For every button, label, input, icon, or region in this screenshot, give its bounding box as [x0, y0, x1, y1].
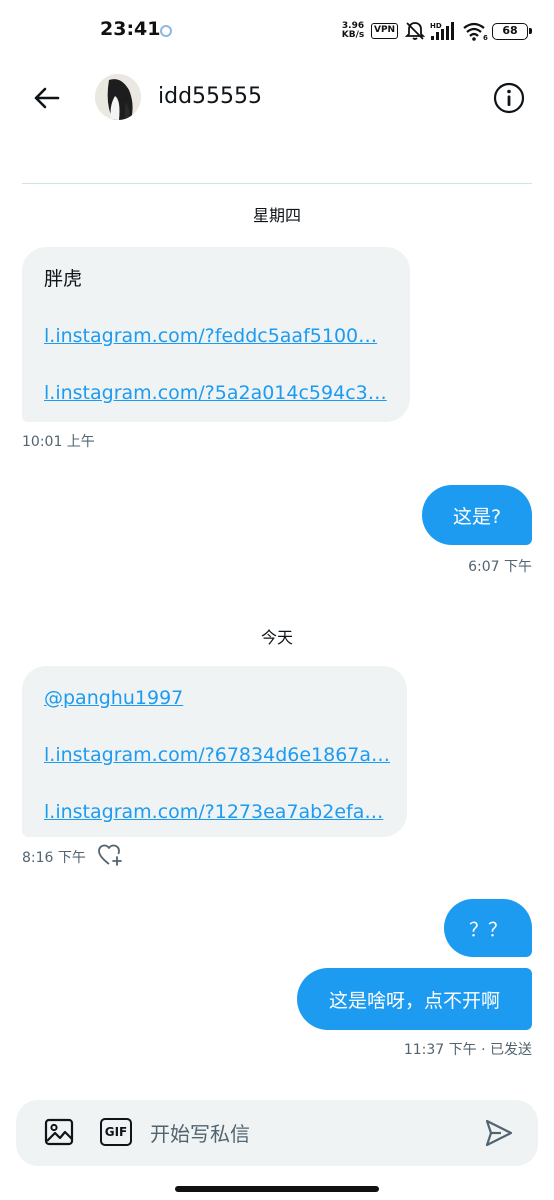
info-icon	[493, 82, 525, 114]
message-link[interactable]: l.instagram.com/?1273ea7ab2efa…	[44, 800, 385, 825]
home-indicator	[175, 1186, 379, 1192]
svg-text:6: 6	[483, 34, 488, 41]
conversation-header: idd55555	[0, 60, 554, 140]
status-bar: 23:41 3.96 KB/s VPN HD 6 68	[0, 0, 554, 60]
message-timestamp: 8:16 下午	[22, 850, 86, 866]
vpn-icon: VPN	[371, 23, 399, 39]
gif-button[interactable]: GIF	[100, 1118, 132, 1146]
message-timestamp: 6:07 下午	[468, 559, 532, 575]
message-link[interactable]: l.instagram.com/?67834d6e1867a…	[44, 743, 390, 768]
arrow-left-icon	[34, 87, 60, 109]
incoming-message[interactable]: @panghu1997 l.instagram.com/?67834d6e186…	[22, 666, 407, 837]
network-speed: 3.96 KB/s	[341, 21, 365, 40]
react-button[interactable]	[97, 843, 123, 867]
mention-link[interactable]: @panghu1997	[44, 686, 385, 711]
message-link[interactable]: l.instagram.com/?feddc5aaf5100…	[44, 324, 388, 349]
info-button[interactable]	[492, 81, 526, 115]
header-divider	[22, 183, 532, 184]
battery-icon: 68	[492, 23, 532, 40]
signal-icon: HD	[430, 22, 454, 40]
avatar-image	[95, 74, 141, 120]
message-input[interactable]: 开始写私信	[150, 1118, 250, 1147]
status-time: 23:41	[100, 18, 161, 40]
notification-dot-icon	[160, 25, 172, 37]
date-separator: 星期四	[252, 206, 301, 225]
avatar[interactable]	[95, 74, 141, 120]
heart-add-icon	[98, 844, 122, 866]
conversation-title[interactable]: idd55555	[158, 84, 262, 109]
svg-text:HD: HD	[430, 22, 442, 30]
outgoing-message[interactable]: 这是啥呀，点不开啊	[297, 968, 532, 1030]
send-icon[interactable]	[484, 1118, 514, 1148]
image-icon[interactable]	[44, 1117, 74, 1147]
mute-bell-icon	[404, 22, 426, 40]
date-separator: 今天	[260, 628, 293, 647]
outgoing-message[interactable]: 这是?	[422, 485, 532, 545]
message-text: 胖虎	[44, 268, 83, 290]
wifi-icon: 6	[463, 22, 488, 41]
outgoing-message[interactable]: ？？	[444, 899, 532, 957]
incoming-message[interactable]: 胖虎 l.instagram.com/?feddc5aaf5100… l.ins…	[22, 247, 410, 422]
message-link[interactable]: l.instagram.com/?5a2a014c594c3…	[44, 381, 388, 406]
message-timestamp: 10:01 上午	[22, 434, 95, 450]
back-button[interactable]	[28, 80, 64, 116]
message-composer: GIF 开始写私信	[16, 1100, 538, 1166]
message-timestamp: 11:37 下午 · 已发送	[403, 1042, 532, 1058]
